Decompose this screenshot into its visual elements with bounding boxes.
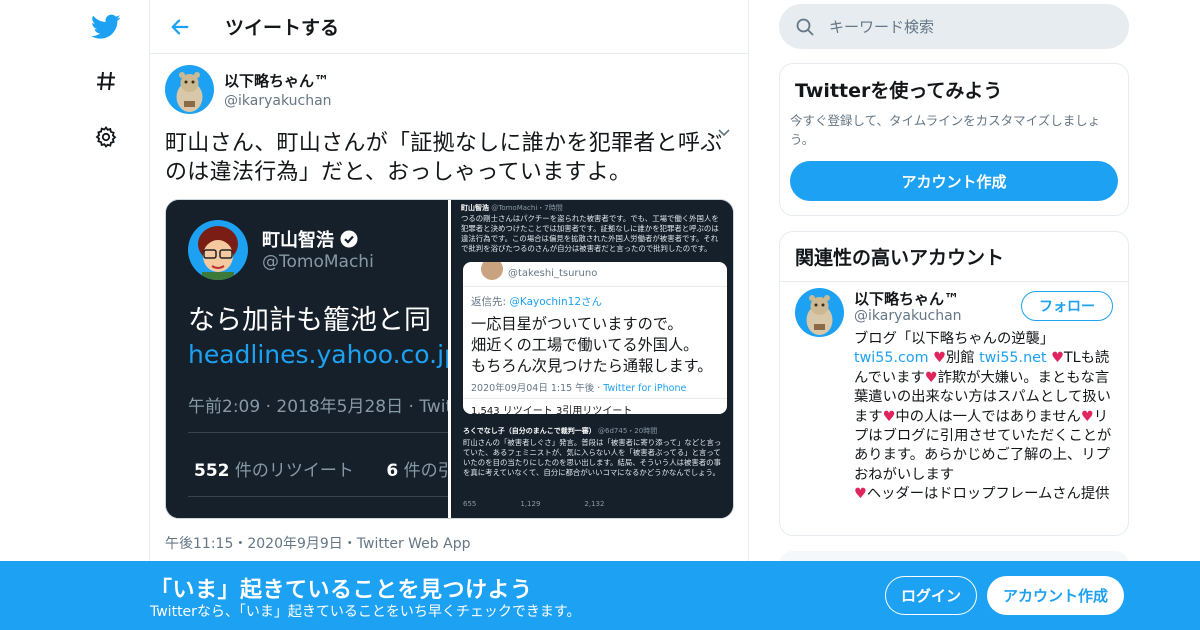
signup-title: Twitterを使ってみよう	[795, 80, 1003, 102]
page-header: ツイートする	[150, 0, 748, 54]
related-title: 関連性の高いアカウント	[780, 232, 1128, 282]
follow-button[interactable]: フォロー	[1021, 291, 1113, 321]
signup-banner: 「いま」起きていることを見つけよう Twitterなら、「いま」起きていることを…	[0, 561, 1200, 630]
back-button[interactable]	[150, 0, 210, 54]
divider	[463, 398, 727, 399]
tweet-media[interactable]: 町山智浩 @TomoMachi なら加計も籠池と同 headlines.yaho…	[165, 199, 734, 519]
signup-box: Twitterを使ってみよう 今すぐ登録して、タイムラインをカスタマイズしましょ…	[779, 63, 1129, 216]
reply-body: 町山さんの「被害者しぐさ」発言。普段は「被害者に寄り添って」などと言っていた、あ…	[463, 438, 722, 477]
hashtag-icon[interactable]	[88, 63, 124, 99]
gear-icon[interactable]	[88, 119, 124, 155]
screenshot-name: 町山智浩	[262, 226, 358, 252]
chevron-down-icon[interactable]	[714, 122, 734, 142]
screenshot-left: 町山智浩 @TomoMachi なら加計も籠池と同 headlines.yaho…	[166, 200, 448, 518]
account-name[interactable]: 以下略ちゃん™	[854, 288, 959, 309]
avatar[interactable]	[795, 288, 844, 337]
verified-badge-icon	[340, 230, 358, 248]
screenshot-right: 町山智浩 @TomoMachi・7時間 つるの剛士さんはパクチーを盗られた被害者…	[451, 200, 733, 518]
reply-tweet: ろくでなし子（自分のまんこで裁判一審） @6d745・20時間 町山さんの「被害…	[463, 426, 725, 478]
bio-link[interactable]: twi55.com	[854, 350, 929, 366]
divider	[188, 432, 448, 433]
page-title: ツイートする	[225, 17, 340, 39]
quoted-line: 一応目星がついていますので。	[471, 315, 683, 333]
login-button[interactable]: ログイン	[885, 576, 977, 615]
heart-icon: ♥	[933, 350, 946, 367]
screenshot-counts: 552 件のリツイート 6 件の引	[194, 461, 448, 481]
display-name[interactable]: 以下略ちゃん™	[224, 70, 332, 91]
reply-count: 655	[463, 500, 477, 508]
quoted-line: もちろん次見つけたら通報します。	[471, 357, 713, 375]
divider	[188, 496, 448, 497]
quoted-date: 2020年09月04日 1:15 午後 · Twitter for iPhone	[471, 383, 687, 394]
heart-icon: ♥	[854, 486, 867, 503]
tweet-author: 以下略ちゃん™ @ikaryakuchan	[165, 64, 733, 114]
heart-icon: ♥	[882, 408, 896, 425]
username[interactable]: @ikaryakuchan	[224, 93, 332, 109]
quoted-line: 畑近くの工場で働いてる外国人。	[471, 336, 699, 354]
quoted-tweet-card: @takeshi_tsuruno 返信先: @Kayochin12さん 一応目星…	[463, 262, 727, 414]
banner-subtitle: Twitterなら、「いま」起きていることをいち早くチェックできます。	[150, 604, 581, 620]
reply-header: ろくでなし子（自分のまんこで裁判一審） @6d745・20時間	[463, 427, 658, 435]
search-icon	[796, 18, 814, 36]
bio-link[interactable]: twi55.net	[979, 350, 1046, 366]
account-handle[interactable]: @ikaryakuchan	[854, 308, 962, 324]
related-accounts-box: 関連性の高いアカウント 以下略ちゃん™ @ikaryakuchan フォロー ブ…	[779, 231, 1129, 536]
quoted-rt: 1,543 リツイート 3引用リツイート	[471, 406, 633, 414]
like-count: 2,132	[584, 500, 605, 508]
main-column: ツイートする 以下略ちゃん™ @ikaryakuchan 町山さん、町山さんが「…	[149, 0, 749, 630]
avatar	[481, 262, 503, 280]
reply-actions: 655 1,129 2,132	[463, 500, 604, 508]
create-account-button[interactable]: アカウント作成	[790, 161, 1118, 201]
arrow-left-icon	[171, 18, 189, 35]
heart-icon: ♥	[924, 369, 938, 386]
screenshot-text: なら加計も籠池と同	[188, 305, 431, 336]
screenshot-right-body: つるの剛士さんはパクチーを盗られた被害者です。でも、工場で働く外国人を犯罪者と決…	[461, 214, 719, 253]
screenshot-timestamp: 午前2:09 · 2018年5月28日 · Twit	[188, 397, 448, 417]
banner-title: 「いま」起きていることを見つけよう	[150, 578, 533, 603]
screenshot-handle: @TomoMachi	[262, 252, 374, 272]
avatar[interactable]	[165, 64, 214, 114]
search-bar[interactable]	[779, 4, 1129, 49]
divider	[463, 286, 727, 287]
screenshot-link: headlines.yahoo.co.jp	[188, 340, 448, 369]
screenshot-avatar	[188, 220, 248, 280]
quoted-handle: @takeshi_tsuruno	[508, 268, 598, 279]
tweet: 以下略ちゃん™ @ikaryakuchan 町山さん、町山さんが「証拠なしに誰か…	[150, 54, 748, 563]
search-input[interactable]	[829, 17, 1109, 36]
left-nav	[78, 0, 134, 630]
heart-icon: ♥	[1080, 408, 1094, 425]
reply-to: 返信先: @Kayochin12さん	[471, 296, 603, 308]
tweet-text: 町山さん、町山さんが「証拠なしに誰かを犯罪者と呼ぶのは違法行為」だと、おっしゃっ…	[165, 131, 723, 185]
banner-signup-button[interactable]: アカウント作成	[987, 576, 1124, 615]
signup-subtitle: 今すぐ登録して、タイムラインをカスタマイズしましょう。	[790, 113, 1101, 147]
tweet-meta: 午後11:15・2020年9月9日・Twitter Web App	[165, 536, 471, 552]
screenshot-right-header: 町山智浩 @TomoMachi・7時間	[461, 204, 563, 212]
account-bio: ブログ「以下略ちゃんの逆襲」twi55.com ♥別館 twi55.net ♥T…	[854, 331, 1112, 503]
heart-icon: ♥	[1051, 350, 1064, 367]
retweet-count: 1,129	[520, 500, 541, 508]
twitter-bird-icon[interactable]	[88, 9, 124, 45]
